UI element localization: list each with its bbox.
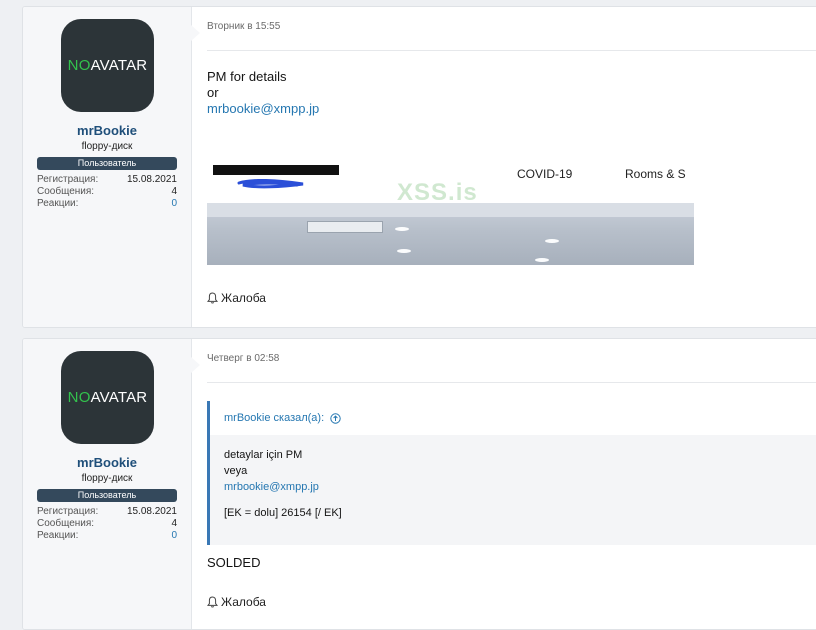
quote-body: detaylar için PM veya mrbookie@xmpp.jp [… xyxy=(224,447,342,521)
post-content: Четверг в 02:58 mrBookie сказал(а): deta… xyxy=(207,339,816,629)
user-info-panel: NO AVATAR mrBookie floppy-диск Пользоват… xyxy=(23,7,192,327)
user-title: floppy-диск xyxy=(81,141,133,152)
stat-label: Реакции: xyxy=(37,530,79,541)
photo-light xyxy=(535,258,549,262)
username-link[interactable]: mrBookie xyxy=(23,123,191,138)
post-content: Вторник в 15:55 PM for details or mrbook… xyxy=(207,7,816,327)
user-info-panel: NO AVATAR mrBookie floppy-диск Пользоват… xyxy=(23,339,192,629)
avatar-avatar-text: AVATAR xyxy=(90,389,148,406)
user-banner: Пользователь xyxy=(37,157,177,170)
email-link[interactable]: mrbookie@xmpp.jp xyxy=(207,101,319,117)
photo-light xyxy=(395,227,409,231)
stat-label: Реакции: xyxy=(37,198,79,209)
post-arrow xyxy=(191,25,200,41)
stat-messages: Сообщения: 4 xyxy=(37,518,177,530)
avatar-no-text: NO xyxy=(67,57,91,74)
body-line: or xyxy=(207,85,219,100)
stat-reactions: Реакции: 0 xyxy=(37,198,177,210)
post-arrow xyxy=(191,357,200,373)
promo-link: COVID-19 xyxy=(517,167,573,181)
post-date[interactable]: Вторник в 15:55 xyxy=(207,21,280,32)
photo-light xyxy=(397,249,411,253)
stat-value-link[interactable]: 0 xyxy=(171,530,177,542)
hotel-photo xyxy=(207,203,694,265)
stat-value: 15.08.2021 xyxy=(126,174,177,185)
report-label: Жалоба xyxy=(221,291,266,305)
stat-label: Сообщения: xyxy=(37,518,95,529)
stat-value: 4 xyxy=(171,186,177,197)
bell-icon xyxy=(207,596,218,608)
stat-registration: Регистрация: 15.08.2021 xyxy=(37,174,177,186)
post-body: PM for details or mrbookie@xmpp.jp xyxy=(207,69,319,117)
avatar-no-text: NO xyxy=(67,389,91,406)
stat-registration: Регистрация: 15.08.2021 xyxy=(37,506,177,518)
message-post: NO AVATAR mrBookie floppy-диск Пользоват… xyxy=(22,6,816,328)
stat-value: 4 xyxy=(171,518,177,529)
stat-messages: Сообщения: 4 xyxy=(37,186,177,198)
quote-header[interactable]: mrBookie сказал(а): xyxy=(210,401,816,435)
redaction-bar xyxy=(213,165,339,175)
stat-label: Регистрация: xyxy=(37,506,99,517)
quote-block: mrBookie сказал(а): detaylar için PM vey… xyxy=(207,401,816,545)
bell-icon xyxy=(207,292,218,304)
stat-value-link[interactable]: 0 xyxy=(171,198,177,210)
username-link[interactable]: mrBookie xyxy=(23,455,191,470)
quote-line: detaylar için PM xyxy=(224,449,303,461)
report-button[interactable]: Жалоба xyxy=(207,291,266,305)
user-stats: Регистрация: 15.08.2021 Сообщения: 4 Реа… xyxy=(37,174,177,210)
stat-label: Сообщения: xyxy=(37,186,95,197)
watermark: XSS.is xyxy=(397,179,478,206)
message-post: NO AVATAR mrBookie floppy-диск Пользоват… xyxy=(22,338,816,630)
body-line: PM for details xyxy=(207,69,287,84)
quote-email-link[interactable]: mrbookie@xmpp.jp xyxy=(224,479,342,495)
divider xyxy=(207,382,816,383)
stat-reactions: Реакции: 0 xyxy=(37,530,177,542)
report-button[interactable]: Жалоба xyxy=(207,595,266,609)
report-label: Жалоба xyxy=(221,595,266,609)
divider xyxy=(207,50,816,51)
user-banner: Пользователь xyxy=(37,489,177,502)
post-text: SOLDED xyxy=(207,555,261,570)
quote-line: veya xyxy=(224,465,248,477)
stat-value: 15.08.2021 xyxy=(126,506,177,517)
user-title: floppy-диск xyxy=(81,473,133,484)
photo-light xyxy=(545,239,559,243)
stat-label: Регистрация: xyxy=(37,174,99,185)
post-date[interactable]: Четверг в 02:58 xyxy=(207,353,279,364)
avatar[interactable]: NO AVATAR xyxy=(61,19,154,112)
arrow-up-circle-icon[interactable] xyxy=(330,412,341,424)
quote-line: [EK = dolu] 26154 [/ EK] xyxy=(224,507,342,519)
avatar[interactable]: NO AVATAR xyxy=(61,351,154,444)
redaction-scribble xyxy=(237,179,304,189)
user-stats: Регистрация: 15.08.2021 Сообщения: 4 Реа… xyxy=(37,506,177,542)
avatar-avatar-text: AVATAR xyxy=(90,57,148,74)
promo-link: Rooms & S xyxy=(625,167,686,181)
promo-screenshot: COVID-19 Rooms & S XSS.is xyxy=(207,157,707,277)
quote-author[interactable]: mrBookie сказал(а): xyxy=(224,412,324,424)
photo-vent xyxy=(307,221,383,233)
